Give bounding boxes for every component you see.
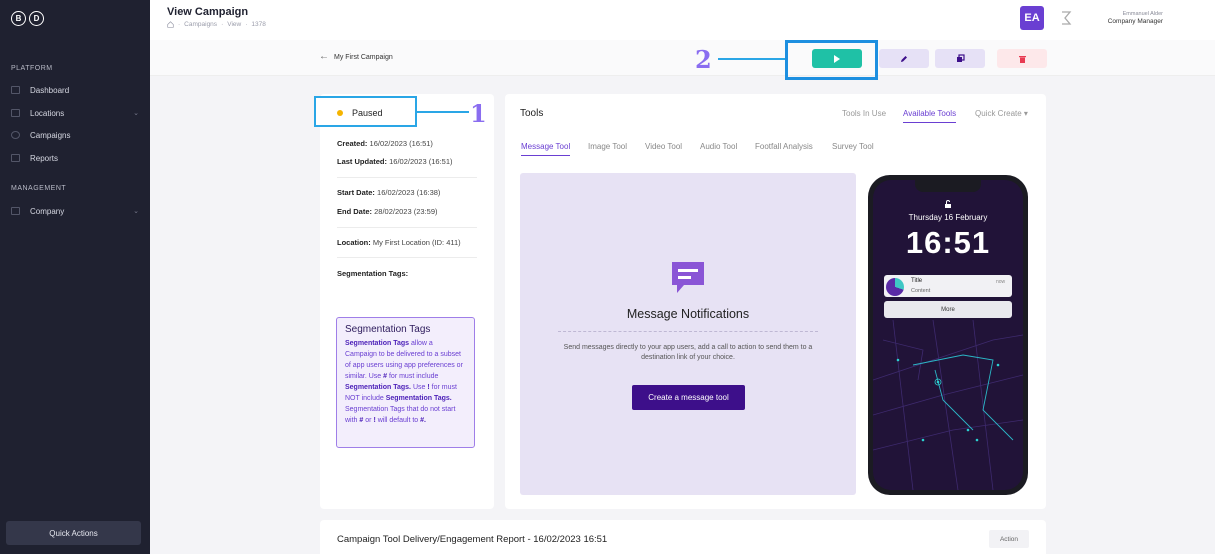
user-role: Company Manager [1107,18,1163,25]
sidebar-item-company[interactable]: Company ⌄ [11,203,139,219]
notification-more-button: More [884,301,1012,318]
segmentation-tags-label: Segmentation Tags: [337,269,409,278]
chevron-down-icon: ⌄ [133,208,139,215]
delete-button[interactable] [997,49,1047,68]
available-tools-tab[interactable]: Available Tools [903,109,957,123]
seg-info-title: Segmentation Tags [345,324,431,335]
breadcrumb: · Campaigns · View · 1378 [167,21,266,28]
notification-time: now [996,279,1006,285]
location: Location: My First Location (ID: 411) [337,238,461,247]
message-tool-area [520,173,856,495]
seg-info-text: Segmentation Tags allow a Campaign to be… [345,340,463,424]
tools-title: Tools [520,108,544,119]
management-section-label: MANAGEMENT [11,185,67,192]
sidebar-item-label: Company [30,206,65,216]
create-message-tool-button[interactable]: Create a message tool [632,385,745,410]
end-date: End Date: 28/02/2023 (23:59) [337,207,438,216]
phone-notch [915,180,981,192]
start-date: Start Date: 16/02/2023 (16:38) [337,188,441,197]
annotation-line-2 [718,58,786,60]
notification-content: Content [911,288,931,294]
sidebar-item-reports[interactable]: Reports [11,150,139,166]
report-title: Campaign Tool Delivery/Engagement Report… [337,534,608,545]
logo-letter-d: D [29,11,44,26]
breadcrumb-id: 1378 [251,21,266,28]
tab-audio-tool[interactable]: Audio Tool [700,142,737,151]
message-icon [672,262,704,293]
sidebar-item-label: Dashboard [30,85,70,95]
back-arrow-icon[interactable]: ← [319,51,329,62]
divider [337,257,477,258]
quick-create-dropdown[interactable]: Quick Create ▾ [975,109,1028,118]
notification-title: Title [911,278,923,284]
platform-section-label: PLATFORM [11,65,53,72]
sidebar-item-campaigns[interactable]: Campaigns [11,127,139,143]
tab-video-tool[interactable]: Video Tool [645,142,682,151]
top-header: View Campaign · Campaigns · View · 1378 … [150,0,1215,40]
locations-icon [11,109,20,117]
chevron-down-icon: ⌄ [133,110,139,117]
status-text: Paused [352,108,383,118]
company-icon [11,207,20,215]
map-background [873,320,1023,490]
dashboard-icon [11,86,20,94]
sidebar-item-label: Reports [30,153,59,163]
logo-letter-b: B [11,11,26,26]
notification-app-icon [886,278,904,296]
divider [337,177,477,178]
phone-time: 16:51 [905,225,991,260]
quick-actions-button[interactable]: Quick Actions [6,521,141,545]
user-name: Emmanuel Alder [1122,11,1163,17]
caret-down-icon: ▾ [1023,109,1028,118]
copy-icon [956,54,965,62]
tab-survey-tool[interactable]: Survey Tool [832,142,874,151]
message-notifications-title: Message Notifications [626,307,750,321]
trash-icon [1018,55,1026,63]
report-action-button[interactable]: Action [989,530,1029,548]
pencil-icon [901,55,907,62]
sidebar: B D PLATFORM Dashboard Locations ⌄ Campa… [0,0,150,554]
last-updated-date: Last Updated: 16/02/2023 (16:51) [337,157,453,166]
tab-message-tool[interactable]: Message Tool [521,142,571,156]
campaigns-icon [11,131,20,139]
annotation-number-2: 2 [695,45,712,74]
divider [337,227,477,228]
divider [558,331,818,332]
sidebar-item-locations[interactable]: Locations ⌄ [11,105,139,121]
duplicate-button[interactable] [935,49,985,68]
tools-in-use-tab[interactable]: Tools In Use [842,109,886,118]
campaign-toolbar: ← My First Campaign [150,40,1215,76]
edit-button[interactable] [879,49,929,68]
status-dot [337,110,343,116]
breadcrumb-campaigns[interactable]: Campaigns [184,21,217,28]
avatar[interactable]: EA [1020,6,1044,30]
segmentation-tags-info: Segmentation Tags Segmentation Tags allo… [336,317,475,448]
created-date: Created: 16/02/2023 (16:51) [337,139,433,148]
phone-date: Thursday 16 February [908,213,988,222]
annotation-number-1: 1 [470,99,487,128]
annotation-line-1 [417,111,469,113]
tab-footfall-analysis[interactable]: Footfall Analysis [755,142,813,151]
annotation-box-2 [785,40,878,80]
sidebar-item-label: Locations [30,108,65,118]
home-icon[interactable] [167,21,174,28]
sidebar-item-label: Campaigns [30,130,71,140]
page-title: View Campaign [167,6,249,18]
sidebar-item-dashboard[interactable]: Dashboard [11,82,139,98]
breadcrumb-view[interactable]: View [227,21,241,28]
tab-image-tool[interactable]: Image Tool [588,142,627,151]
campaign-name: My First Campaign [334,54,393,61]
activity-icon[interactable] [1060,11,1072,25]
message-description: Send messages directly to your app users… [563,344,813,361]
brand-logo[interactable]: B D [11,11,44,26]
reports-icon [11,154,20,162]
unlock-icon [945,200,951,208]
